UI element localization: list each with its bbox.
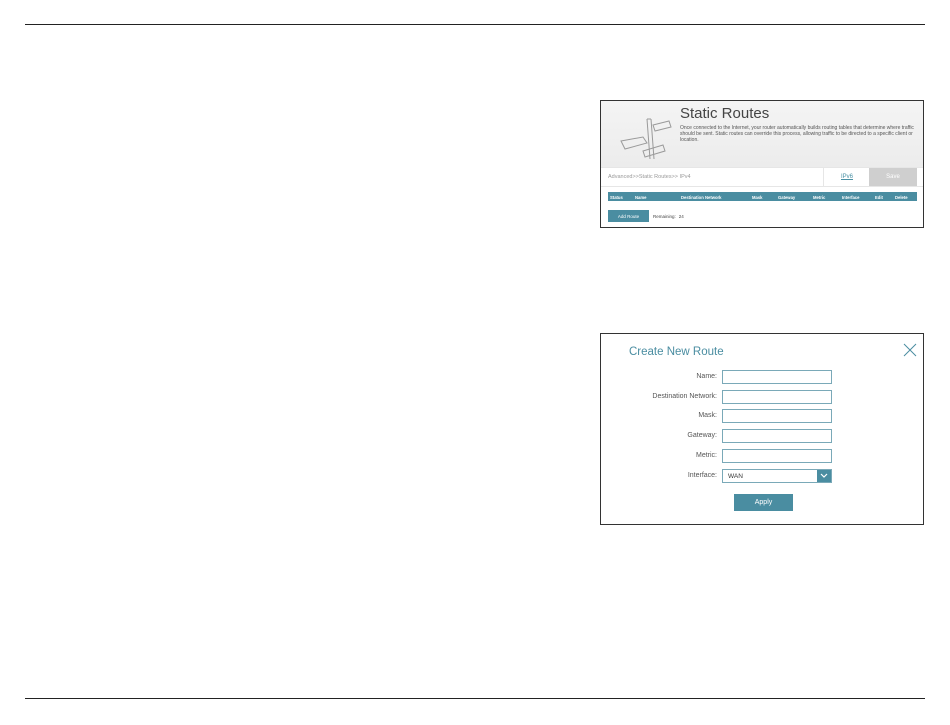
col-name: Name	[635, 194, 647, 200]
form-row-destination: Destination Network:	[601, 390, 923, 404]
breadcrumb-bar: Advanced>>Static Routes>> IPv4 IPv6 Save	[601, 167, 923, 187]
create-route-dialog: Create New Route Name: Destination Netwo…	[600, 333, 924, 525]
name-label: Name:	[696, 373, 717, 380]
destination-network-label: Destination Network:	[652, 393, 717, 400]
metric-label: Metric:	[696, 452, 717, 459]
breadcrumb: Advanced>>Static Routes>> IPv4	[608, 174, 691, 180]
routes-table-header: Status Name Destination Network Mask Gat…	[608, 192, 917, 201]
ipv6-link[interactable]: IPv6	[823, 168, 870, 186]
add-route-button[interactable]: Add Route	[608, 210, 649, 222]
interface-value: WAN	[728, 473, 743, 480]
top-divider	[25, 24, 925, 25]
interface-select[interactable]: WAN	[722, 469, 832, 483]
static-routes-header: Static Routes Once connected to the Inte…	[601, 101, 923, 167]
destination-network-input[interactable]	[722, 390, 832, 404]
chevron-down-icon[interactable]	[817, 470, 831, 482]
chevron-down-glyph	[820, 473, 828, 478]
form-row-metric: Metric:	[601, 449, 923, 463]
save-button[interactable]: Save	[869, 168, 917, 186]
gateway-label: Gateway:	[687, 432, 717, 439]
col-gateway: Gateway	[778, 194, 796, 200]
col-status: Status	[610, 194, 623, 200]
form-row-interface: Interface: WAN	[601, 469, 923, 483]
page-title: Static Routes	[680, 105, 770, 122]
apply-button[interactable]: Apply	[734, 494, 793, 511]
gateway-input[interactable]	[722, 429, 832, 443]
form-row-mask: Mask:	[601, 409, 923, 423]
remaining-count: Remaining: 24	[653, 214, 684, 219]
form-row-gateway: Gateway:	[601, 429, 923, 443]
page-description: Once connected to the Internet, your rou…	[680, 125, 914, 143]
mask-input[interactable]	[722, 409, 832, 423]
static-routes-panel: Static Routes Once connected to the Inte…	[600, 100, 924, 228]
col-delete: Delete	[895, 194, 908, 200]
col-destination-network: Destination Network	[681, 194, 722, 200]
col-edit: Edit	[875, 194, 883, 200]
form-row-name: Name:	[601, 370, 923, 384]
name-input[interactable]	[722, 370, 832, 384]
dialog-title: Create New Route	[629, 346, 724, 358]
remaining-value: 24	[678, 214, 684, 219]
bottom-divider	[25, 698, 925, 699]
interface-label: Interface:	[687, 472, 717, 479]
col-mask: Mask	[752, 194, 763, 200]
remaining-label: Remaining:	[653, 214, 676, 219]
metric-input[interactable]	[722, 449, 832, 463]
signpost-icon	[620, 118, 672, 160]
mask-label: Mask:	[698, 412, 717, 419]
col-metric: Metric	[813, 194, 826, 200]
close-icon[interactable]	[903, 343, 917, 357]
col-interface: Interface	[842, 194, 860, 200]
